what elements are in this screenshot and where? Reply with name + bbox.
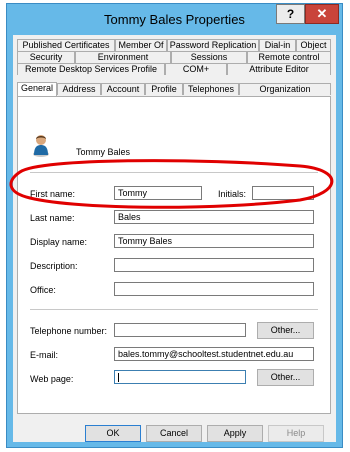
tab-security[interactable]: Security — [17, 51, 75, 63]
ok-button[interactable]: OK — [85, 425, 141, 442]
tab-profile[interactable]: Profile — [145, 83, 183, 95]
text-caret — [118, 373, 119, 382]
help-button[interactable]: Help — [268, 425, 324, 442]
tab-member-of[interactable]: Member Of — [115, 39, 167, 51]
last-name-label: Last name: — [30, 213, 75, 223]
office-field[interactable] — [114, 282, 314, 296]
display-name-label: Display name: — [30, 237, 88, 247]
tab-attribute-editor[interactable]: Attribute Editor — [227, 63, 331, 75]
close-button[interactable]: ✕ — [305, 4, 339, 24]
last-name-field[interactable]: Bales — [114, 210, 314, 224]
tab-telephones[interactable]: Telephones — [183, 83, 239, 95]
tab-remote-desktop-services-profile[interactable]: Remote Desktop Services Profile — [17, 63, 165, 75]
tab-general[interactable]: General — [17, 82, 57, 96]
tab-remote-control[interactable]: Remote control — [247, 51, 331, 63]
telephone-other-button[interactable]: Other... — [257, 322, 314, 339]
separator-top — [30, 172, 318, 173]
general-tab-panel: Tommy Bales First name: Tommy Initials: … — [17, 96, 331, 414]
first-name-label: First name: — [30, 189, 76, 199]
properties-window: Tommy Bales Properties ? ✕ Published Cer… — [6, 3, 343, 448]
user-icon — [33, 135, 49, 157]
cancel-button[interactable]: Cancel — [146, 425, 202, 442]
tab-dial-in[interactable]: Dial-in — [259, 39, 296, 51]
initials-field[interactable] — [252, 186, 314, 200]
office-label: Office: — [30, 285, 56, 295]
tab-password-replication[interactable]: Password Replication — [167, 39, 259, 51]
display-name-header: Tommy Bales — [76, 147, 131, 157]
email-label: E-mail: — [30, 350, 59, 360]
display-name-field[interactable]: Tommy Bales — [114, 234, 314, 248]
description-field[interactable] — [114, 258, 314, 272]
telephone-field[interactable] — [114, 323, 246, 337]
tab-object[interactable]: Object — [296, 39, 331, 51]
tab-sessions[interactable]: Sessions — [171, 51, 247, 63]
dialog-client-area: Published Certificates Member Of Passwor… — [13, 35, 336, 442]
description-label: Description: — [30, 261, 78, 271]
webpage-other-button[interactable]: Other... — [257, 369, 314, 386]
help-title-button[interactable]: ? — [276, 4, 305, 24]
apply-button[interactable]: Apply — [207, 425, 263, 442]
tab-account[interactable]: Account — [101, 83, 145, 95]
initials-label: Initials: — [218, 189, 247, 199]
email-field[interactable]: bales.tommy@schooltest.studentnet.edu.au — [114, 347, 314, 361]
tab-organization[interactable]: Organization — [239, 83, 331, 95]
tab-address[interactable]: Address — [57, 83, 101, 95]
title-bar: Tommy Bales Properties ? ✕ — [7, 4, 342, 34]
tab-published-certificates[interactable]: Published Certificates — [17, 39, 115, 51]
tab-environment[interactable]: Environment — [75, 51, 171, 63]
separator-bottom — [30, 309, 318, 310]
webpage-field[interactable] — [114, 370, 246, 384]
first-name-field[interactable]: Tommy — [114, 186, 202, 200]
telephone-label: Telephone number: — [30, 326, 108, 336]
tab-com-plus[interactable]: COM+ — [165, 63, 227, 75]
webpage-label: Web page: — [30, 374, 74, 384]
